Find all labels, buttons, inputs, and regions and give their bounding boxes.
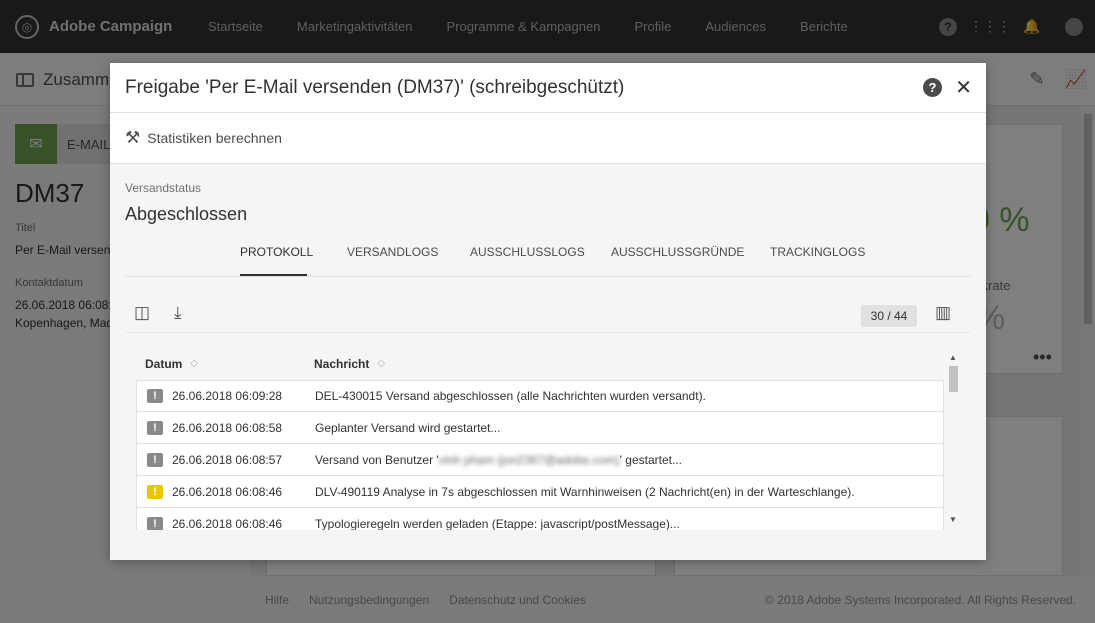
table-scrollbar[interactable]: ▲ ▼ xyxy=(946,353,960,529)
proof-dialog: Freigabe 'Per E-Mail versenden (DM37)' (… xyxy=(110,63,986,560)
log-tabs: PROTOKOLL VERSANDLOGS AUSSCHLUSSLOGS AUS… xyxy=(125,233,971,277)
info-icon: ! xyxy=(147,516,163,530)
tab-ausschlussgruende[interactable]: AUSSCHLUSSGRÜNDE xyxy=(611,245,744,259)
table-row[interactable]: ! 26.06.2018 06:08:46 DLV-490119 Analyse… xyxy=(136,476,944,508)
log-table: Datum ◇ Nachricht ◇ ! 26.06.2018 06:09:28 … xyxy=(136,347,944,530)
tab-trackinglogs[interactable]: TRACKINGLOGS xyxy=(770,245,865,259)
help-icon[interactable]: ? xyxy=(923,78,942,97)
dialog-header: Freigabe 'Per E-Mail versenden (DM37)' (… xyxy=(110,63,986,113)
hammer-wrench-icon: ⚒ xyxy=(125,128,141,147)
dialog-title: Freigabe 'Per E-Mail versenden (DM37)' (… xyxy=(125,77,625,98)
table-row[interactable]: ! 26.06.2018 06:09:28 DEL-430015 Versand… xyxy=(136,380,944,412)
table-body: ! 26.06.2018 06:09:28 DEL-430015 Versand… xyxy=(136,380,944,530)
toggle-panel-icon[interactable]: ◫ xyxy=(134,303,150,323)
column-header-datum[interactable]: Datum ◇ xyxy=(145,357,198,371)
download-icon[interactable]: ⤓ xyxy=(174,303,182,323)
scroll-thumb[interactable] xyxy=(949,366,958,392)
scroll-down-icon[interactable]: ▼ xyxy=(949,515,957,524)
sort-icon: ◇ xyxy=(190,358,199,369)
row-message: DLV-490119 Analyse in 7s abgeschlossen m… xyxy=(315,484,855,499)
tab-protokoll[interactable]: PROTOKOLL xyxy=(240,245,313,259)
row-message: Versand von Benutzer 'vinh pham (jon2367… xyxy=(315,452,682,467)
row-message: DEL-430015 Versand abgeschlossen (alle N… xyxy=(315,389,706,403)
delivery-status-value: Abgeschlossen xyxy=(125,204,248,224)
row-date: 26.06.2018 06:08:58 xyxy=(172,420,283,435)
record-count: 30 / 44 xyxy=(861,305,917,327)
scroll-up-icon[interactable]: ▲ xyxy=(949,353,957,362)
table-row[interactable]: ! 26.06.2018 06:08:57 Versand von Benutz… xyxy=(136,444,944,476)
compute-statistics-label: Statistiken berechnen xyxy=(147,130,282,146)
info-icon: ! xyxy=(147,420,163,435)
row-date: 26.06.2018 06:09:28 xyxy=(172,389,283,403)
table-row[interactable]: ! 26.06.2018 06:08:58 Geplanter Versand … xyxy=(136,412,944,444)
row-message: Geplanter Versand wird gestartet... xyxy=(315,420,501,435)
table-header: Datum ◇ Nachricht ◇ xyxy=(136,347,944,380)
redacted-user: vinh pham (jon2367@adobe.com) xyxy=(438,452,620,467)
tab-versandlogs[interactable]: VERSANDLOGS xyxy=(347,245,438,259)
delivery-status-label: Versandstatus xyxy=(125,181,202,195)
sort-icon: ◇ xyxy=(377,358,386,369)
warning-icon: ! xyxy=(147,484,163,499)
column-header-nachricht[interactable]: Nachricht ◇ xyxy=(314,357,385,371)
info-icon: ! xyxy=(147,389,163,403)
list-toolbar: ◫ ⤓ 30 / 44 ▥ xyxy=(125,295,971,333)
row-date: 26.06.2018 06:08:46 xyxy=(172,484,283,499)
row-message: Typologieregeln werden geladen (Etappe: … xyxy=(315,516,680,531)
table-row[interactable]: ! 26.06.2018 06:08:46 Typologieregeln we… xyxy=(136,508,944,530)
close-icon[interactable]: ✕ xyxy=(955,75,972,100)
column-settings-icon[interactable]: ▥ xyxy=(935,303,951,323)
tab-ausschlusslogs[interactable]: AUSSCHLUSSLOGS xyxy=(470,245,585,259)
info-icon: ! xyxy=(147,452,163,467)
compute-statistics-button[interactable]: ⚒ Statistiken berechnen xyxy=(110,113,986,164)
active-tab-indicator xyxy=(240,274,307,276)
row-date: 26.06.2018 06:08:57 xyxy=(172,452,283,467)
row-date: 26.06.2018 06:08:46 xyxy=(172,516,283,531)
